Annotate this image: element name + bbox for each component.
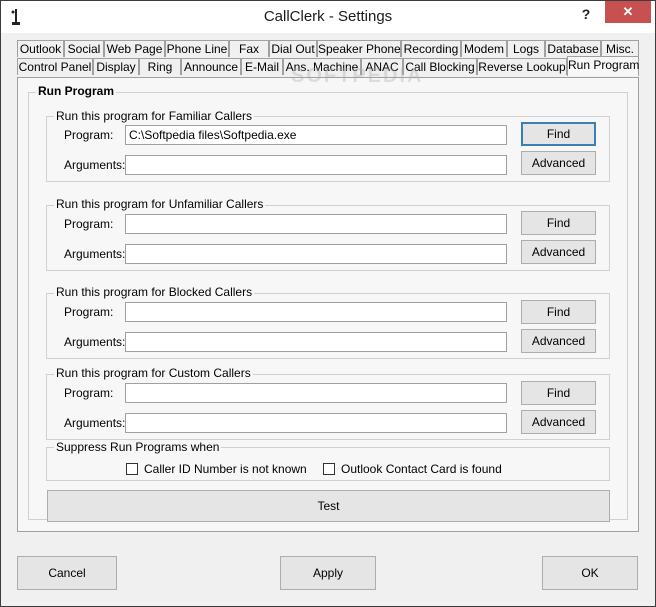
blocked-arguments-label: Arguments:: [64, 335, 126, 349]
tab-web-page[interactable]: Web Page: [104, 40, 165, 57]
tab-phone-line[interactable]: Phone Line: [165, 40, 229, 57]
window-title: CallClerk - Settings: [263, 8, 393, 25]
familiar-find-button[interactable]: Find: [521, 122, 596, 146]
tab-outlook[interactable]: Outlook: [17, 40, 64, 57]
blocked-advanced-button[interactable]: Advanced: [521, 329, 596, 353]
custom-program-input[interactable]: [125, 383, 507, 403]
unfamiliar-find-button[interactable]: Find: [521, 211, 596, 235]
run-program-panel: Run Program Run this program for Familia…: [17, 77, 639, 532]
cancel-button[interactable]: Cancel: [17, 556, 117, 590]
apply-button[interactable]: Apply: [280, 556, 376, 590]
tab-anac[interactable]: ANAC: [361, 58, 403, 75]
blocked-program-input[interactable]: [125, 302, 507, 322]
tab-call-blocking[interactable]: Call Blocking: [403, 58, 477, 75]
tab-announce[interactable]: Announce: [181, 58, 241, 75]
tab-reverse-lookup[interactable]: Reverse Lookup: [477, 58, 567, 75]
custom-arguments-input[interactable]: [125, 413, 507, 433]
unfamiliar-program-input[interactable]: [125, 214, 507, 234]
familiar-arguments-label: Arguments:: [64, 158, 126, 172]
unfamiliar-callers-title: Run this program for Unfamiliar Callers: [54, 197, 266, 211]
familiar-program-label: Program:: [64, 128, 114, 142]
tab-logs[interactable]: Logs: [507, 40, 545, 57]
tab-recording[interactable]: Recording: [401, 40, 461, 57]
tab-speaker-phone[interactable]: Speaker Phone: [317, 40, 401, 57]
tab-email[interactable]: E-Mail: [241, 58, 283, 75]
unfamiliar-advanced-button[interactable]: Advanced: [521, 240, 596, 264]
custom-arguments-label: Arguments:: [64, 416, 126, 430]
tab-ans-machine[interactable]: Ans. Machine: [283, 58, 361, 75]
suppress-title: Suppress Run Programs when: [54, 440, 222, 454]
familiar-callers-title: Run this program for Familiar Callers: [54, 109, 255, 123]
tab-ring[interactable]: Ring: [139, 58, 181, 75]
contact-card-found-checkbox[interactable]: [323, 463, 335, 475]
tab-social[interactable]: Social: [64, 40, 104, 57]
custom-program-label: Program:: [64, 386, 114, 400]
close-button[interactable]: ✕: [605, 1, 651, 23]
run-program-title: Run Program: [36, 84, 117, 98]
tab-modem[interactable]: Modem: [461, 40, 507, 57]
tab-display[interactable]: Display: [93, 58, 139, 75]
blocked-find-button[interactable]: Find: [521, 300, 596, 324]
familiar-arguments-input[interactable]: [125, 155, 507, 175]
familiar-advanced-button[interactable]: Advanced: [521, 151, 596, 175]
blocked-arguments-input[interactable]: [125, 332, 507, 352]
help-button[interactable]: ?: [573, 3, 599, 25]
custom-advanced-button[interactable]: Advanced: [521, 410, 596, 434]
tab-fax[interactable]: Fax: [229, 40, 269, 57]
caller-id-unknown-label[interactable]: Caller ID Number is not known: [144, 462, 307, 476]
blocked-program-label: Program:: [64, 305, 114, 319]
tab-database[interactable]: Database: [545, 40, 601, 57]
unfamiliar-program-label: Program:: [64, 217, 114, 231]
unfamiliar-arguments-label: Arguments:: [64, 247, 126, 261]
custom-callers-title: Run this program for Custom Callers: [54, 366, 253, 380]
custom-find-button[interactable]: Find: [521, 381, 596, 405]
tab-run-program[interactable]: Run Program: [567, 56, 639, 76]
ok-button[interactable]: OK: [542, 556, 638, 590]
tab-misc[interactable]: Misc.: [601, 40, 639, 57]
title-bar: CallClerk - Settings ? ✕: [1, 1, 655, 33]
blocked-callers-title: Run this program for Blocked Callers: [54, 285, 255, 299]
tab-control-panel[interactable]: Control Panel: [17, 58, 93, 75]
caller-id-unknown-checkbox[interactable]: [126, 463, 138, 475]
unfamiliar-arguments-input[interactable]: [125, 244, 507, 264]
tab-dial-out[interactable]: Dial Out: [269, 40, 317, 57]
contact-card-found-label[interactable]: Outlook Contact Card is found: [341, 462, 502, 476]
test-button[interactable]: Test: [47, 490, 610, 522]
familiar-program-input[interactable]: C:\Softpedia files\Softpedia.exe: [125, 125, 507, 145]
settings-window: CallClerk - Settings ? ✕ Outlook Social …: [0, 0, 656, 607]
